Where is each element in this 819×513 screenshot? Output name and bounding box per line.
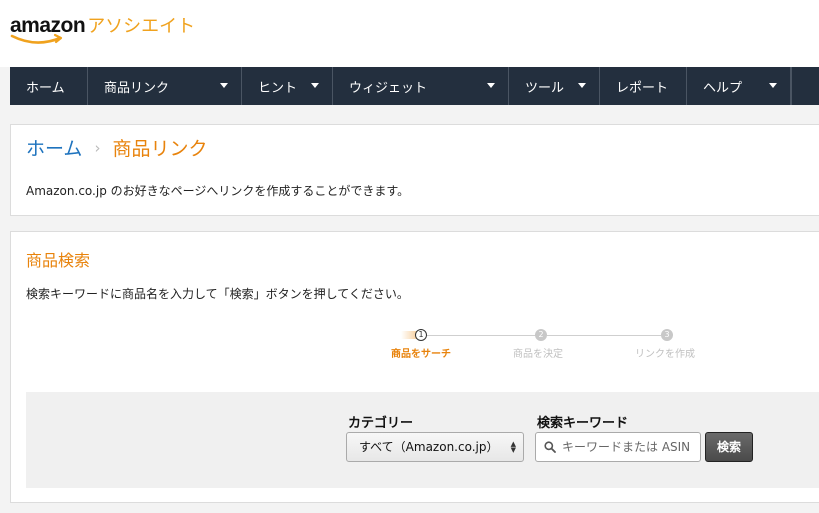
nav-item-label: ヘルプ — [703, 80, 743, 96]
breadcrumb-home-link[interactable]: ホーム — [26, 134, 82, 161]
search-form: カテゴリー 検索キーワード すべて（Amazon.co.jp） ▲▼ 検索 — [26, 392, 819, 488]
keyword-input[interactable] — [562, 433, 698, 461]
section-description: 検索キーワードに商品名を入力して「検索」ボタンを押してください。 — [26, 287, 409, 301]
step-2-label: 商品を決定 — [513, 349, 563, 360]
nav-item-help[interactable]: ヘルプ — [687, 67, 791, 105]
nav-item-tools[interactable]: ツール — [509, 67, 600, 105]
nav-item-label: レポート — [616, 80, 669, 96]
caret-down-icon — [311, 83, 319, 88]
nav-item-label: ホーム — [26, 80, 65, 96]
nav-item-label: 商品リンク — [104, 80, 170, 96]
breadcrumb-panel: ホーム › 商品リンク Amazon.co.jp のお好きなページへリンクを作成… — [10, 124, 819, 216]
search-icon — [544, 441, 556, 453]
caret-down-icon — [578, 83, 586, 88]
step-2-circle: 2 — [535, 329, 547, 341]
caret-down-icon — [220, 83, 228, 88]
step-1-circle: 1 — [415, 329, 427, 341]
amazon-associates-logo[interactable]: amazon アソシエイト — [10, 14, 196, 44]
category-label: カテゴリー — [348, 416, 414, 431]
nav-item-reports[interactable]: レポート — [600, 67, 687, 105]
caret-down-icon — [769, 83, 777, 88]
product-search-panel: 商品検索 検索キーワードに商品名を入力して「検索」ボタンを押してください。 1 … — [10, 231, 819, 503]
category-select-value: すべて（Amazon.co.jp） — [359, 440, 499, 454]
step-connector — [427, 335, 539, 336]
page-description: Amazon.co.jp のお好きなページへリンクを作成することができます。 — [26, 184, 410, 198]
step-1-label: 商品をサーチ — [391, 349, 451, 360]
select-arrows-icon: ▲ ▼ — [510, 440, 516, 454]
step-3-label: リンクを作成 — [635, 349, 695, 360]
breadcrumb: ホーム › 商品リンク — [26, 134, 207, 161]
category-select[interactable]: すべて（Amazon.co.jp） ▲ ▼ — [346, 432, 524, 462]
nav-item-hints[interactable]: ヒント — [242, 67, 333, 105]
page-title: 商品リンク — [112, 138, 208, 160]
logo-associates-text: アソシエイト — [87, 16, 196, 37]
keyword-input-wrapper[interactable] — [535, 432, 701, 462]
nav-item-widgets[interactable]: ウィジェット — [333, 67, 509, 105]
search-button[interactable]: 検索 — [705, 432, 753, 462]
header: amazon アソシエイト — [0, 0, 819, 67]
amazon-smile-icon — [10, 33, 63, 44]
step-connector — [547, 335, 661, 336]
nav-item-label: ヒント — [258, 80, 298, 96]
nav-item-product-links[interactable]: 商品リンク — [88, 67, 242, 105]
nav-item-home[interactable]: ホーム — [10, 67, 88, 105]
caret-down-icon — [487, 83, 495, 88]
keyword-label: 検索キーワード — [537, 416, 629, 431]
step-3-circle: 3 — [661, 329, 673, 341]
section-title: 商品検索 — [26, 251, 91, 270]
nav-item-label: ツール — [525, 80, 565, 96]
breadcrumb-separator-icon: › — [94, 138, 101, 157]
nav-overflow — [791, 67, 819, 105]
main-nav: ホーム 商品リンク ヒント ウィジェット ツール レポート ヘルプ — [10, 67, 791, 105]
nav-item-label: ウィジェット — [349, 80, 428, 96]
